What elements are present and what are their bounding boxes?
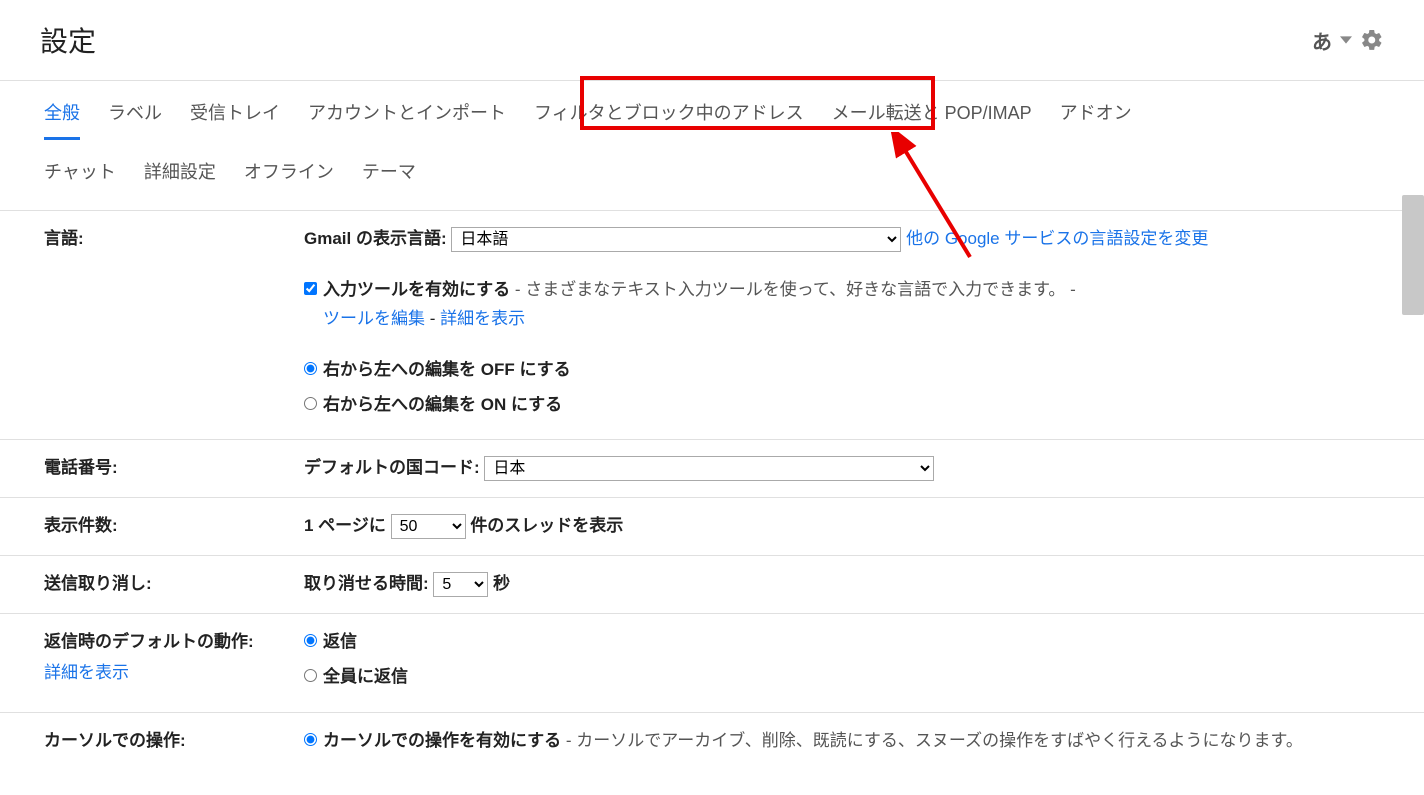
ime-enable-row: 入力ツールを有効にする - さまざまなテキスト入力ツールを使って、好きな言語で入… <box>304 276 1380 334</box>
label-undo: 送信取り消し: <box>44 570 304 599</box>
tab-addons[interactable]: アドオン <box>1060 99 1132 137</box>
default-cc-label: デフォルトの国コード: <box>304 458 480 477</box>
settings-content: 言語: Gmail の表示言語: 日本語 他の Google サービスの言語設定… <box>0 211 1424 776</box>
section-reply: 返信時のデフォルトの動作: 詳細を表示 返信 全員に返信 <box>0 614 1424 713</box>
label-hover: カーソルでの操作: <box>44 727 304 762</box>
rtl-off-radio[interactable] <box>304 362 317 375</box>
section-hover: カーソルでの操作: カーソルでの操作を有効にする - カーソルでアーカイブ、削除… <box>0 713 1424 776</box>
reply-single-label: 返信 <box>323 628 357 657</box>
tab-general[interactable]: 全般 <box>44 99 80 140</box>
rtl-on-row: 右から左への編集を ON にする <box>304 391 1380 420</box>
rtl-off-row: 右から左への編集を OFF にする <box>304 356 1380 385</box>
dropdown-icon[interactable] <box>1340 34 1352 46</box>
tab-themes[interactable]: テーマ <box>362 158 416 196</box>
country-code-select[interactable]: 日本 <box>484 456 934 481</box>
hover-enable-bold: カーソルでの操作を有効にする <box>323 731 561 750</box>
hover-enable-desc: - カーソルでアーカイブ、削除、既読にする、スヌーズの操作をすばやく行えるように… <box>561 731 1303 750</box>
value-undo: 取り消せる時間: 5 秒 <box>304 570 1380 599</box>
scrollbar-thumb[interactable] <box>1402 195 1424 315</box>
pagesize-suffix: 件のスレッドを表示 <box>470 516 623 535</box>
undo-suffix: 秒 <box>493 574 510 593</box>
pagesize-prefix: 1 ページに <box>304 516 386 535</box>
undo-seconds-select[interactable]: 5 <box>433 572 488 597</box>
gear-icon[interactable] <box>1360 28 1384 52</box>
reply-all-label: 全員に返信 <box>323 663 408 692</box>
reply-single-radio[interactable] <box>304 634 317 647</box>
tabs-row-1: 全般 ラベル 受信トレイ アカウントとインポート フィルタとブロック中のアドレス… <box>0 81 1424 140</box>
language-select-row: Gmail の表示言語: 日本語 他の Google サービスの言語設定を変更 <box>304 225 1380 254</box>
section-pagesize: 表示件数: 1 ページに 50 件のスレッドを表示 <box>0 498 1424 556</box>
header-right-tools: あ <box>1312 26 1384 55</box>
reply-single-row: 返信 <box>304 628 1380 657</box>
value-pagesize: 1 ページに 50 件のスレッドを表示 <box>304 512 1380 541</box>
ime-enable-text: 入力ツールを有効にする - さまざまなテキスト入力ツールを使って、好きな言語で入… <box>323 276 1076 334</box>
label-language: 言語: <box>44 225 304 425</box>
tab-forwarding[interactable]: メール転送と POP/IMAP <box>832 99 1032 137</box>
tabs-row-2: チャット 詳細設定 オフライン テーマ <box>0 140 1424 210</box>
tab-offline[interactable]: オフライン <box>244 158 334 196</box>
ime-enable-bold: 入力ツールを有効にする <box>323 280 510 299</box>
label-reply: 返信時のデフォルトの動作: 詳細を表示 <box>44 628 304 698</box>
other-google-lang-link[interactable]: 他の Google サービスの言語設定を変更 <box>906 229 1208 248</box>
rtl-off-label: 右から左への編集を OFF にする <box>323 356 571 385</box>
tab-filters[interactable]: フィルタとブロック中のアドレス <box>534 99 804 137</box>
dash: - <box>425 309 440 328</box>
value-hover: カーソルでの操作を有効にする - カーソルでアーカイブ、削除、既読にする、スヌー… <box>304 727 1380 762</box>
reply-all-radio[interactable] <box>304 669 317 682</box>
value-language: Gmail の表示言語: 日本語 他の Google サービスの言語設定を変更 … <box>304 225 1380 425</box>
label-phone: 電話番号: <box>44 454 304 483</box>
tab-accounts[interactable]: アカウントとインポート <box>308 99 506 137</box>
value-reply: 返信 全員に返信 <box>304 628 1380 698</box>
hover-enable-row: カーソルでの操作を有効にする - カーソルでアーカイブ、削除、既読にする、スヌー… <box>304 727 1380 756</box>
pagesize-select[interactable]: 50 <box>391 514 466 539</box>
tab-advanced[interactable]: 詳細設定 <box>144 158 216 196</box>
language-select[interactable]: 日本語 <box>451 227 901 252</box>
display-language-label: Gmail の表示言語: <box>304 229 447 248</box>
tab-inbox[interactable]: 受信トレイ <box>190 99 280 137</box>
tab-chat[interactable]: チャット <box>44 158 116 196</box>
show-details-link[interactable]: 詳細を表示 <box>440 309 525 328</box>
page-title: 設定 <box>40 20 96 60</box>
section-language: 言語: Gmail の表示言語: 日本語 他の Google サービスの言語設定… <box>0 211 1424 440</box>
ime-enable-desc: - さまざまなテキスト入力ツールを使って、好きな言語で入力できます。 - <box>510 280 1076 299</box>
section-undo: 送信取り消し: 取り消せる時間: 5 秒 <box>0 556 1424 614</box>
rtl-on-radio[interactable] <box>304 397 317 410</box>
ime-enable-checkbox[interactable] <box>304 282 317 295</box>
tab-labels[interactable]: ラベル <box>108 99 162 137</box>
label-pagesize: 表示件数: <box>44 512 304 541</box>
ime-indicator[interactable]: あ <box>1312 26 1332 55</box>
edit-tools-link[interactable]: ツールを編集 <box>323 309 425 328</box>
settings-header: 設定 あ <box>0 0 1424 70</box>
hover-enable-text: カーソルでの操作を有効にする - カーソルでアーカイブ、削除、既読にする、スヌー… <box>323 727 1303 756</box>
hover-enable-radio[interactable] <box>304 733 317 746</box>
reply-all-row: 全員に返信 <box>304 663 1380 692</box>
value-phone: デフォルトの国コード: 日本 <box>304 454 1380 483</box>
undo-prefix: 取り消せる時間: <box>304 574 429 593</box>
reply-details-link[interactable]: 詳細を表示 <box>44 659 304 688</box>
section-phone: 電話番号: デフォルトの国コード: 日本 <box>0 440 1424 498</box>
rtl-on-label: 右から左への編集を ON にする <box>323 391 562 420</box>
